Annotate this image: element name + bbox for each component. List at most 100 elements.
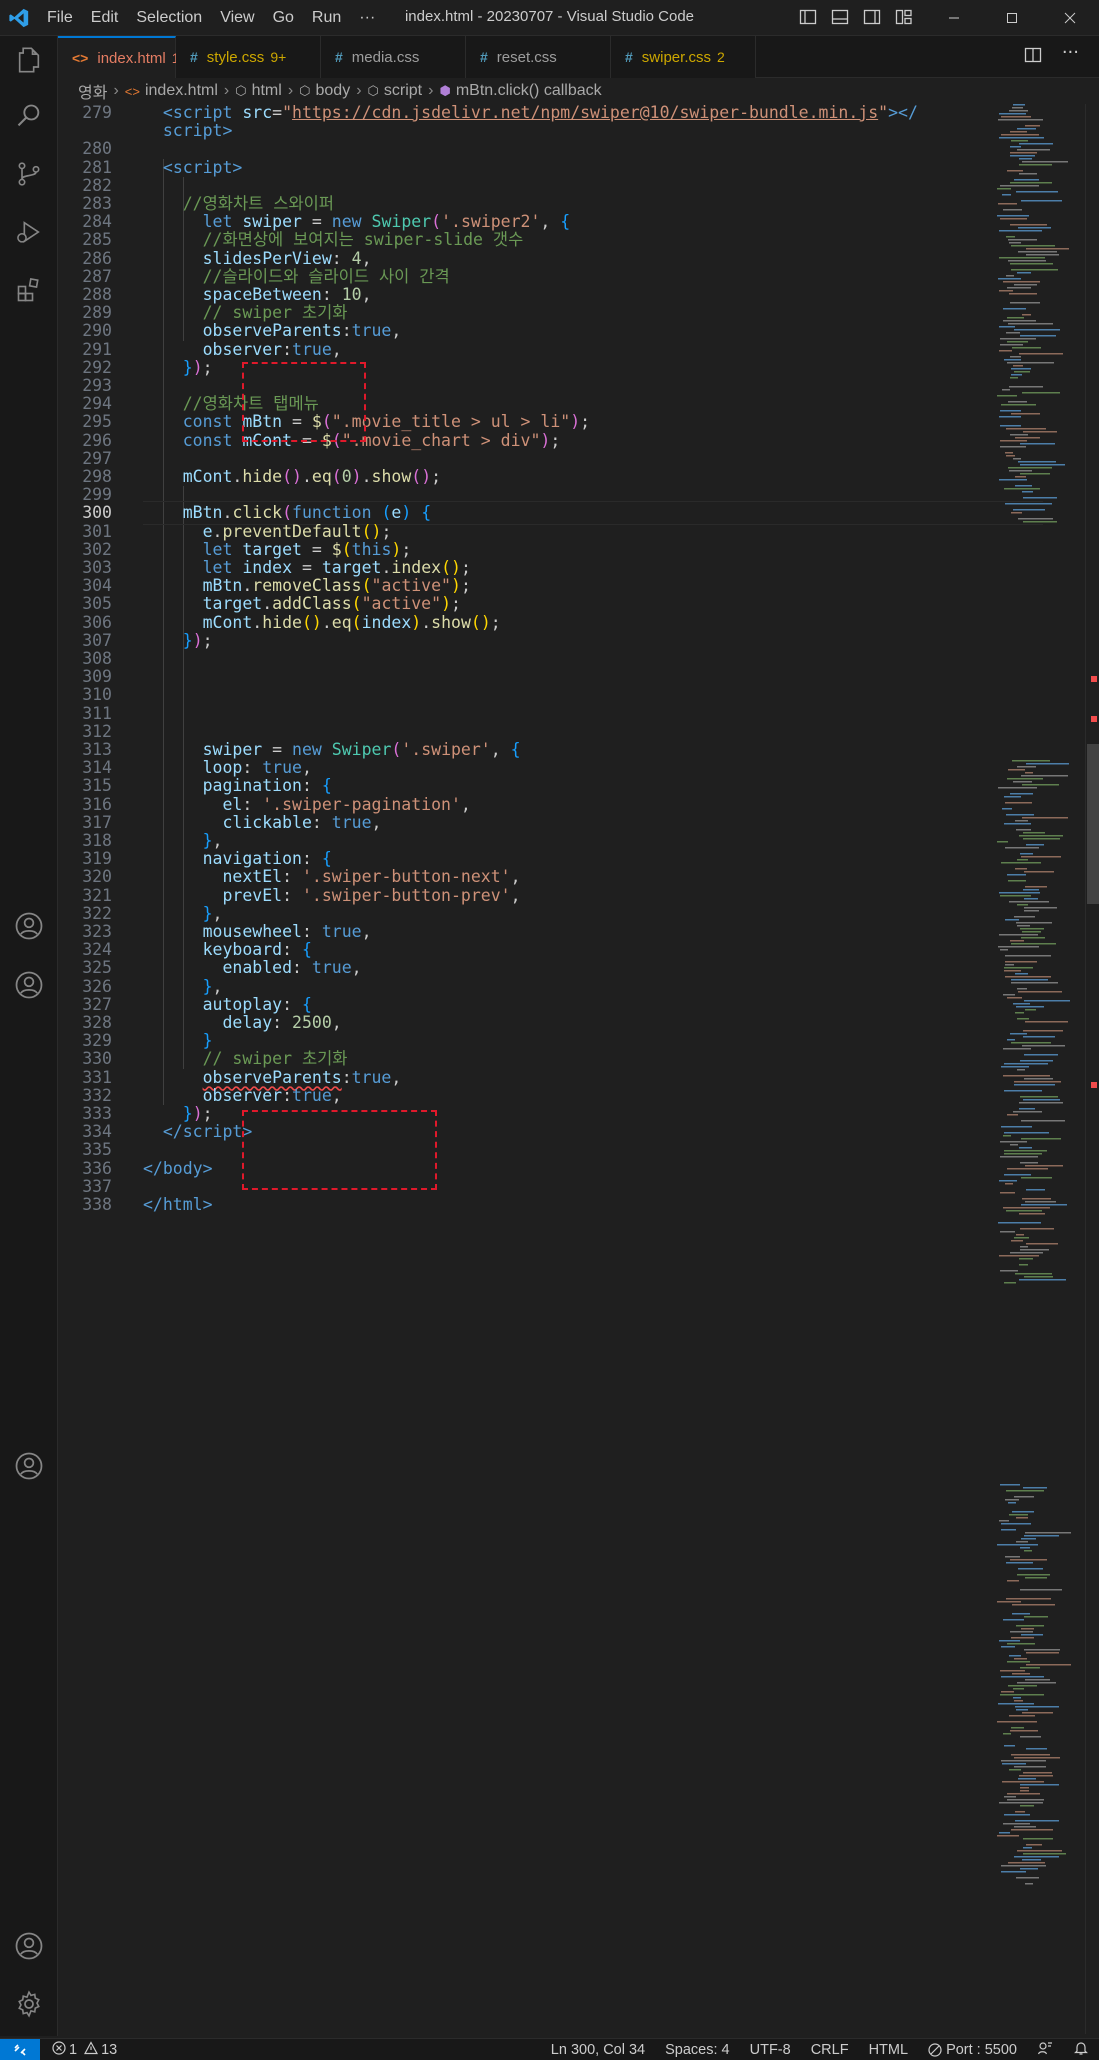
breadcrumb-item[interactable]: body <box>316 82 351 100</box>
status-right: Ln 300, Col 34 Spaces: 4 UTF-8 CRLF HTML… <box>551 2039 1089 2060</box>
close-window-icon[interactable] <box>1041 0 1099 36</box>
minimap-line <box>1000 895 1031 897</box>
breadcrumb-item[interactable]: script <box>384 82 422 100</box>
minimap-line <box>1007 997 1022 999</box>
breadcrumb-item[interactable]: mBtn.click() callback <box>456 82 602 100</box>
minimap-line <box>1010 302 1040 304</box>
more-actions-icon[interactable]: ··· <box>1062 44 1079 68</box>
accounts-icon[interactable] <box>0 1922 58 1970</box>
minimap-line <box>1003 1823 1030 1825</box>
minimap-line <box>999 892 1040 894</box>
minimap-line <box>1024 907 1057 909</box>
menu-item-3[interactable]: View <box>211 9 263 27</box>
remote-indicator-icon[interactable] <box>0 2038 40 2060</box>
encoding[interactable]: UTF-8 <box>750 2042 791 2058</box>
minimap-line <box>1021 856 1061 858</box>
account-icon-2[interactable] <box>0 961 58 1009</box>
minimap-line <box>1000 1484 1020 1486</box>
css-file-icon: # <box>625 49 633 65</box>
port-icon <box>928 2043 942 2057</box>
tab-3[interactable]: # reset.css <box>466 36 611 78</box>
account-icon-3[interactable] <box>0 1442 58 1490</box>
minimap-line <box>1011 140 1028 142</box>
minimap-line <box>1005 955 1051 957</box>
minimap-line <box>1019 835 1063 837</box>
minimap[interactable] <box>993 104 1083 2034</box>
cursor-position[interactable]: Ln 300, Col 34 <box>551 2042 645 2058</box>
minimap-line <box>1013 458 1021 460</box>
minimap-line <box>1014 916 1035 918</box>
code-line[interactable]: 338 </html> <box>58 1193 988 1217</box>
indentation[interactable]: Spaces: 4 <box>665 2042 730 2058</box>
source-control-icon[interactable] <box>0 150 58 198</box>
minimap-line <box>1010 146 1021 148</box>
end-of-line[interactable]: CRLF <box>811 2042 849 2058</box>
minimap-line <box>1026 1844 1042 1846</box>
minimap-line <box>1011 1829 1053 1831</box>
run-debug-icon[interactable] <box>0 208 58 256</box>
status-bar: 1 13 Ln 300, Col 34 Spaces: 4 UTF-8 CRLF… <box>0 2038 1099 2060</box>
minimap-line <box>1010 434 1028 436</box>
minimap-line <box>1015 1811 1025 1813</box>
minimap-line <box>1017 766 1036 768</box>
minimap-line <box>1020 1787 1029 1789</box>
tab-2[interactable]: # media.css <box>321 36 466 78</box>
minimap-line <box>1009 1514 1028 1516</box>
breadcrumb-item[interactable]: index.html <box>145 82 218 100</box>
minimap-line <box>1002 194 1011 196</box>
minimap-line <box>1012 107 1023 109</box>
minimap-line <box>1007 1643 1035 1645</box>
search-icon[interactable] <box>0 92 58 140</box>
code-editor[interactable]: 279 <script src="https://cdn.jsdelivr.ne… <box>58 103 1099 2038</box>
minimap-line <box>1006 1210 1042 1212</box>
extensions-icon[interactable] <box>0 266 58 314</box>
maximize-icon[interactable] <box>983 0 1041 36</box>
tab-0[interactable]: <>index.html1✕ <box>58 36 203 78</box>
customize-layout-icon[interactable] <box>895 8 913 30</box>
minimap-line <box>1021 1204 1067 1206</box>
minimap-line <box>999 137 1044 139</box>
minimap-line <box>1018 518 1053 520</box>
minimap-line <box>1016 1625 1044 1627</box>
language-mode[interactable]: HTML <box>869 2042 908 2058</box>
menu-item-0[interactable]: File <box>38 9 82 27</box>
explorer-icon[interactable] <box>0 36 58 84</box>
minimap-line <box>1024 898 1038 900</box>
settings-gear-icon[interactable] <box>0 1980 58 2028</box>
feedback-icon[interactable] <box>1037 2040 1053 2060</box>
breadcrumb-item[interactable]: html <box>252 82 282 100</box>
split-editor-icon[interactable] <box>1024 46 1042 68</box>
menu-item-6[interactable]: ··· <box>350 9 384 27</box>
vertical-scrollbar[interactable] <box>1085 104 1099 2034</box>
live-server-port[interactable]: Port : 5500 <box>928 2042 1017 2058</box>
menu-item-5[interactable]: Run <box>303 9 350 27</box>
minimap-line <box>1010 152 1037 154</box>
minimize-icon[interactable] <box>925 0 983 36</box>
minimap-line <box>1003 1733 1011 1735</box>
minimap-line <box>1020 1784 1059 1786</box>
minimap-line <box>1022 1198 1051 1200</box>
minimap-line <box>1004 1174 1031 1176</box>
minimap-line <box>1013 365 1023 367</box>
scrollbar-thumb[interactable] <box>1087 744 1099 904</box>
tab-4[interactable]: # swiper.css 2 <box>611 36 756 78</box>
minimap-line <box>1011 374 1022 376</box>
notifications-bell-icon[interactable] <box>1073 2040 1089 2060</box>
menu-item-2[interactable]: Selection <box>127 9 211 27</box>
tab-1[interactable]: # style.css 9+ <box>176 36 321 78</box>
layout-controls <box>799 8 913 30</box>
minimap-line <box>1025 125 1040 127</box>
minimap-line <box>1001 1865 1046 1867</box>
minimap-line <box>1000 344 1023 346</box>
minimap-line <box>1012 1511 1034 1513</box>
menu-item-4[interactable]: Go <box>264 9 303 27</box>
menu-item-1[interactable]: Edit <box>82 9 128 27</box>
problems-indicator[interactable]: 1 13 <box>52 2040 117 2059</box>
breadcrumb-item[interactable]: 영화 <box>78 79 107 103</box>
toggle-panel-icon[interactable] <box>831 8 849 30</box>
toggle-primary-sidebar-icon[interactable] <box>799 8 817 30</box>
toggle-secondary-sidebar-icon[interactable] <box>863 8 881 30</box>
minimap-line <box>1001 1523 1031 1525</box>
minimap-line <box>1020 464 1065 466</box>
account-icon[interactable] <box>0 902 58 950</box>
